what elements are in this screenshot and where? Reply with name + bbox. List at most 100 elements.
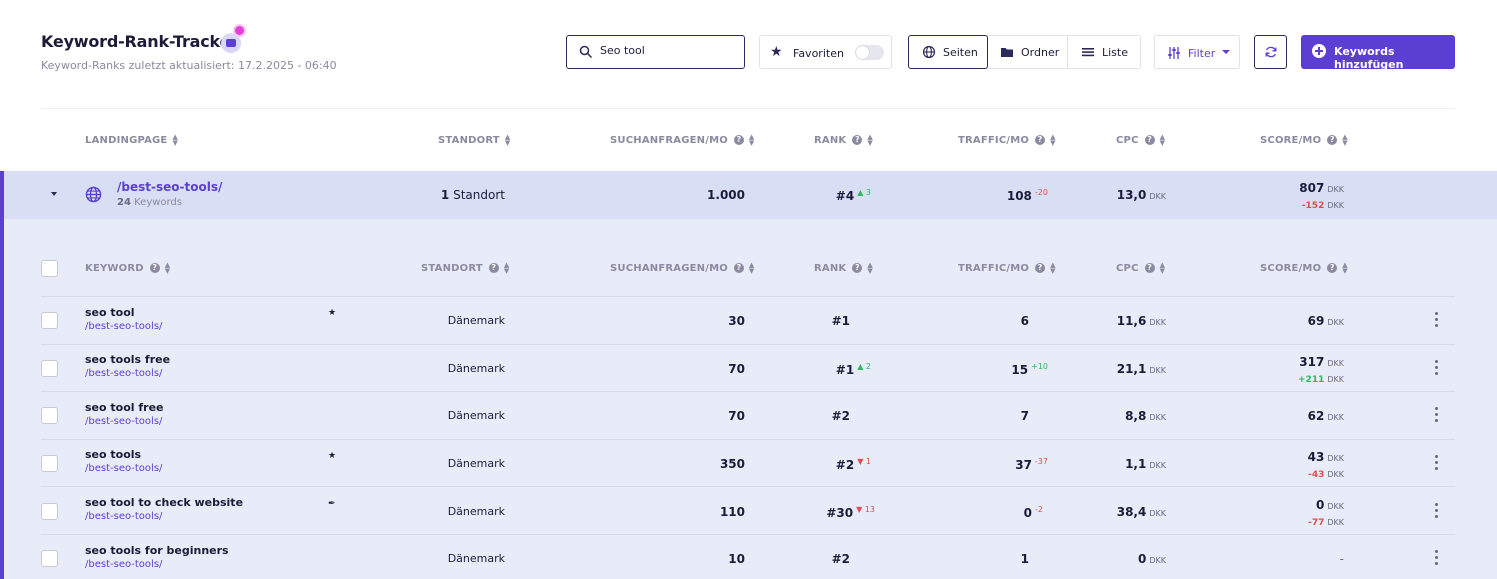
refresh-button[interactable] (1254, 35, 1287, 69)
cpc-unit: DKK (1149, 366, 1166, 375)
tab-ordner[interactable]: Ordner (988, 36, 1068, 68)
tab-seiten[interactable]: Seiten (908, 35, 988, 69)
star-icon[interactable]: ★ (328, 308, 336, 318)
col-traffic-label: TRAFFIC/MO (958, 262, 1030, 274)
cpc-unit: DKK (1149, 461, 1166, 470)
help-icon[interactable]: ? (1327, 263, 1338, 273)
col-header-searches[interactable]: SUCHANFRAGEN/MO ? ▲ ▼ (610, 134, 755, 147)
keyword-text[interactable]: seo tool (85, 306, 135, 319)
tracker-badge-icon[interactable] (221, 26, 244, 53)
star-icon: ★ (770, 44, 783, 60)
keyword-text[interactable]: seo tools (85, 448, 141, 461)
search-icon (579, 45, 593, 59)
more-options-icon[interactable] (1435, 550, 1439, 568)
col-header-cpc-kw[interactable]: CPC ? ▲ ▼ (1116, 262, 1165, 275)
filter-button[interactable]: Filter (1154, 35, 1240, 69)
more-options-icon[interactable] (1435, 503, 1439, 521)
help-icon[interactable]: ? (1035, 263, 1046, 273)
cpc-unit: DKK (1149, 509, 1166, 518)
more-options-icon[interactable] (1435, 455, 1439, 473)
search-input[interactable] (600, 44, 735, 57)
keyword-rank: #2 ▼ 1 (836, 457, 871, 472)
col-header-landingpage[interactable]: LANDINGPAGE ▲ ▼ (85, 133, 179, 147)
help-icon[interactable]: ? (1327, 135, 1338, 145)
col-header-keyword[interactable]: KEYWORD ? ▲ ▼ (85, 262, 170, 275)
sort-icon: ▲ ▼ (504, 133, 511, 147)
col-header-rank[interactable]: RANK ? ▲ ▼ (814, 134, 873, 147)
keyword-url[interactable]: /best-seo-tools/ (85, 463, 162, 474)
keyword-url[interactable]: /best-seo-tools/ (85, 511, 162, 522)
landingpage-row[interactable] (0, 171, 1497, 219)
keyword-count-value: 24 (117, 197, 131, 208)
sort-icon: ▲ ▼ (172, 133, 179, 147)
help-icon[interactable]: ? (488, 263, 499, 273)
col-header-cpc[interactable]: CPC ? ▲ ▼ (1116, 134, 1165, 147)
select-all-checkbox[interactable] (41, 260, 58, 277)
more-options-icon[interactable] (1435, 312, 1439, 330)
keyword-text[interactable]: seo tools for beginners (85, 544, 229, 557)
keyword-searches: 70 (728, 409, 745, 423)
page-title: Keyword-Rank-Tracker (41, 32, 238, 51)
group-traffic: 108 -20 (1007, 188, 1048, 203)
row-checkbox[interactable] (41, 455, 58, 472)
keyword-score-change: -43 DKK (1308, 466, 1344, 480)
help-icon[interactable]: ? (1144, 263, 1155, 273)
help-icon[interactable]: ? (852, 263, 863, 273)
row-checkbox[interactable] (41, 550, 58, 567)
row-divider (41, 534, 1455, 535)
keyword-text[interactable]: seo tools free (85, 353, 170, 366)
help-icon[interactable]: ? (1035, 135, 1046, 145)
row-checkbox[interactable] (41, 312, 58, 329)
keyword-url[interactable]: /best-seo-tools/ (85, 321, 162, 332)
row-checkbox[interactable] (41, 503, 58, 520)
group-searches: 1.000 (707, 188, 745, 202)
keyword-score-change-value: -77 (1308, 518, 1325, 528)
more-options-icon[interactable] (1435, 407, 1439, 425)
col-header-searches-kw[interactable]: SUCHANFRAGEN/MO ? ▲ ▼ (610, 262, 755, 275)
help-icon[interactable]: ? (733, 263, 744, 273)
row-divider (41, 296, 1455, 297)
keyword-text[interactable]: seo tool free (85, 401, 164, 414)
row-divider (41, 486, 1455, 487)
caret-down-icon[interactable] (51, 192, 57, 196)
col-header-score[interactable]: SCORE/MO ? ▲ ▼ (1260, 134, 1348, 147)
group-traffic-change: -20 (1034, 188, 1048, 197)
group-score-change-value: -152 (1301, 201, 1325, 211)
keyword-rank-change: 2 (865, 362, 871, 371)
help-icon[interactable]: ? (852, 135, 863, 145)
help-icon[interactable]: ? (733, 135, 744, 145)
help-icon[interactable]: ? (149, 263, 160, 273)
search-field[interactable] (566, 35, 745, 69)
keyword-traffic-value: 0 (1023, 506, 1033, 520)
keyword-cpc: 38,4 DKK (1117, 505, 1166, 519)
more-options-icon[interactable] (1435, 360, 1439, 378)
favorites-switch[interactable] (855, 45, 884, 60)
col-header-traffic[interactable]: TRAFFIC/MO ? ▲ ▼ (958, 134, 1056, 147)
keyword-url[interactable]: /best-seo-tools/ (85, 559, 162, 570)
row-checkbox[interactable] (41, 360, 58, 377)
row-checkbox[interactable] (41, 407, 58, 424)
keyword-cpc: 21,1 DKK (1117, 362, 1166, 376)
keyword-url[interactable]: /best-seo-tools/ (85, 416, 162, 427)
keyword-url[interactable]: /best-seo-tools/ (85, 368, 162, 379)
score-unit: DKK (1327, 454, 1344, 463)
refresh-icon (1265, 46, 1277, 58)
add-keywords-button[interactable]: Keywords hinzufügen (1301, 35, 1455, 71)
col-header-standort-kw[interactable]: STANDORT ? ▲ ▼ (421, 262, 509, 275)
help-icon[interactable]: ? (1144, 135, 1155, 145)
landingpage-link[interactable]: /best-seo-tools/ (117, 180, 222, 194)
sort-icon: ▲ ▼ (1342, 261, 1348, 275)
favorites-toggle-button[interactable]: ★ Favoriten (759, 35, 892, 69)
keyword-score-value: 69 (1307, 314, 1325, 328)
star-icon[interactable]: ★ (328, 451, 336, 461)
col-rank-label: RANK (814, 134, 847, 146)
col-header-score-kw[interactable]: SCORE/MO ? ▲ ▼ (1260, 261, 1348, 275)
col-header-rank-kw[interactable]: RANK ? ▲ ▼ (814, 262, 873, 275)
pin-icon[interactable]: ✒ (328, 499, 336, 509)
tab-liste[interactable]: Liste (1068, 36, 1140, 68)
keyword-text[interactable]: seo tool to check website (85, 496, 243, 509)
col-header-standort[interactable]: STANDORT ▲ ▼ (438, 133, 511, 147)
keyword-rank-value: #1 (835, 363, 855, 377)
group-score: 807 DKK (1299, 181, 1344, 195)
col-header-traffic-kw[interactable]: TRAFFIC/MO ? ▲ ▼ (958, 262, 1056, 275)
